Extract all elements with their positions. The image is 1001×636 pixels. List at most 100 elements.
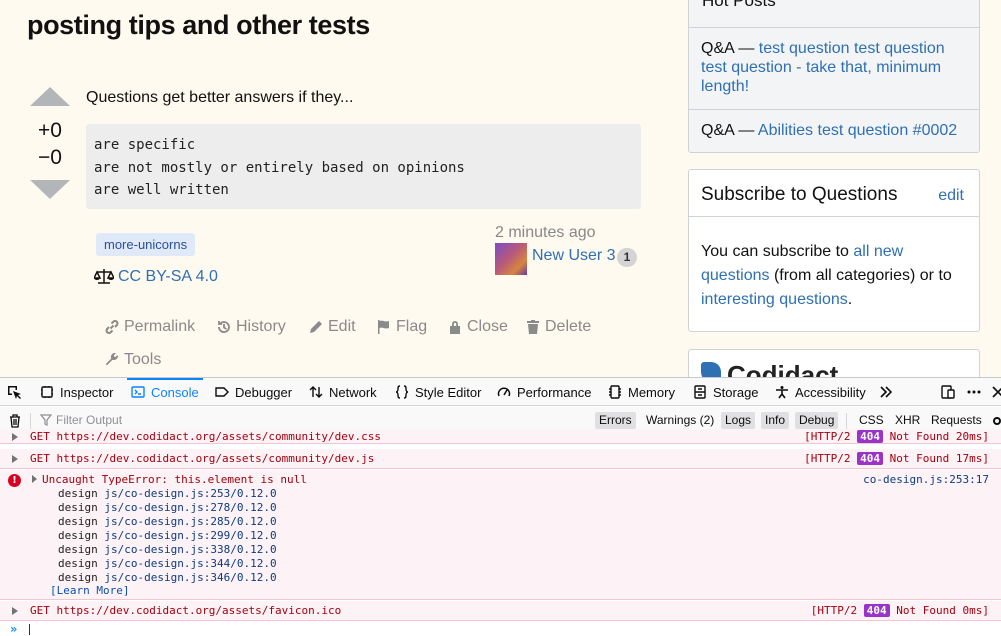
console-row[interactable]: GET https://dev.codidact.org/assets/comm… [0, 429, 1001, 444]
status-suffix: Not Found 20ms] [883, 430, 989, 443]
stack-location: js/co-design.js:253/0.12.0 [104, 487, 277, 500]
expand-twisty-icon[interactable] [12, 455, 18, 463]
expand-twisty-icon[interactable] [32, 475, 37, 483]
subscribe-text-part: You can subscribe to [701, 243, 854, 260]
tab-inspector-label: Inspector [60, 384, 114, 400]
expand-twisty-icon[interactable] [12, 607, 18, 615]
error-source-link[interactable]: co-design.js:253:17 [863, 473, 989, 486]
filter-css-button[interactable]: CSS [855, 412, 888, 429]
tab-style-editor-label: Style Editor [415, 384, 482, 400]
tab-storage[interactable]: Storage [693, 378, 759, 406]
tab-console-label: Console [151, 384, 199, 400]
tab-memory[interactable]: Memory [608, 378, 675, 406]
permalink-button[interactable]: Permalink [104, 318, 195, 336]
stack-location: js/co-design.js:299/0.12.0 [104, 529, 277, 542]
downvote-button[interactable] [30, 180, 70, 199]
edit-button[interactable]: Edit [308, 318, 356, 336]
tab-debugger-label: Debugger [235, 384, 293, 400]
filter-icon [40, 414, 52, 426]
filter-debug-button[interactable]: Debug [795, 412, 839, 429]
trash-icon[interactable] [7, 413, 23, 429]
subscribe-text: You can subscribe to all new questions (… [701, 240, 969, 312]
subscribe-title: Subscribe to Questions [701, 184, 898, 205]
filter-output-input[interactable]: Filter Output [40, 413, 122, 427]
prompt-chevron-icon: » [10, 622, 18, 636]
stack-function: design [58, 529, 98, 542]
tab-style-editor[interactable]: Style Editor [395, 378, 481, 406]
close-devtools-icon[interactable] [990, 384, 1001, 400]
console-error-row[interactable]: ! Uncaught TypeError: this.element is nu… [0, 470, 1001, 600]
stack-frame[interactable]: design js/co-design.js:346/0.12.0 [58, 571, 277, 584]
stack-frame[interactable]: design js/co-design.js:285/0.12.0 [58, 515, 277, 528]
error-icon: ! [8, 474, 21, 487]
style-editor-icon [395, 385, 409, 399]
accessibility-icon [776, 386, 788, 399]
stack-frame[interactable]: design js/co-design.js:299/0.12.0 [58, 529, 277, 542]
request-message: GET https://dev.codidact.org/assets/comm… [30, 452, 375, 465]
author-link[interactable]: New User 3 [532, 247, 616, 265]
upvote-button[interactable] [30, 87, 70, 106]
expand-twisty-icon[interactable] [12, 433, 18, 441]
stack-frame[interactable]: design js/co-design.js:344/0.12.0 [58, 557, 277, 570]
delete-button[interactable]: Delete [525, 318, 591, 336]
filter-requests-button[interactable]: Requests [927, 412, 986, 429]
console-row[interactable]: GET https://dev.codidact.org/assets/comm… [0, 449, 1001, 469]
filter-xhr-button[interactable]: XHR [891, 412, 924, 429]
tab-performance-label: Performance [517, 384, 592, 400]
pick-element-icon[interactable] [6, 384, 22, 400]
stack-location: js/co-design.js:346/0.12.0 [104, 571, 277, 584]
stack-location: js/co-design.js:338/0.12.0 [104, 543, 277, 556]
tab-debugger[interactable]: Debugger [215, 378, 292, 406]
console-row[interactable]: GET https://dev.codidact.org/assets/favi… [0, 601, 1001, 621]
learn-more-link[interactable]: [Learn More] [50, 584, 129, 597]
status-prefix: [HTTP/2 [804, 452, 858, 465]
subscribe-widget: Subscribe to Questions edit You can subs… [688, 169, 980, 332]
reputation-badge: 1 [617, 248, 637, 267]
inspector-icon [41, 386, 53, 398]
error-message: Uncaught TypeError: this.element is null [42, 473, 307, 486]
status-badge: 404 [857, 430, 884, 443]
tab-performance[interactable]: Performance [497, 378, 591, 406]
stack-frame[interactable]: design js/co-design.js:278/0.12.0 [58, 501, 277, 514]
console-input[interactable]: » [0, 622, 1001, 636]
tab-inspector[interactable]: Inspector [40, 378, 113, 406]
settings-icon[interactable] [989, 413, 1001, 429]
filter-errors-button[interactable]: Errors [595, 412, 636, 429]
status-suffix: Not Found 17ms] [883, 452, 989, 465]
close-button[interactable]: Close [447, 318, 508, 336]
flag-button[interactable]: Flag [376, 318, 427, 336]
edit-label: Edit [328, 318, 356, 335]
subscribe-edit-link[interactable]: edit [938, 187, 964, 205]
stack-function: design [58, 487, 98, 500]
more-tools-icon[interactable] [878, 384, 894, 400]
tab-network[interactable]: Network [309, 378, 377, 406]
filter-logs-button[interactable]: Logs [721, 412, 756, 429]
memory-icon [609, 385, 621, 399]
responsive-icon[interactable] [940, 384, 956, 400]
close-label: Close [467, 318, 508, 335]
filter-warnings-button[interactable]: Warnings (2) [642, 412, 718, 429]
stack-frame[interactable]: design js/co-design.js:253/0.12.0 [58, 487, 277, 500]
stack-function: design [58, 515, 98, 528]
hot-post-link[interactable]: Abilities test question #0002 [758, 122, 957, 139]
code-block: are specific are not mostly or entirely … [86, 124, 641, 209]
status-prefix: [HTTP/2 [810, 604, 864, 617]
hot-post-item: Q&A — Abilities test question #0002 [701, 121, 969, 140]
license-link[interactable]: CC BY-SA 4.0 [94, 268, 218, 286]
tab-accessibility[interactable]: Accessibility [775, 378, 866, 406]
post-timestamp: 2 minutes ago [495, 224, 596, 241]
subscribe-text-part: . [847, 291, 853, 308]
interesting-questions-link[interactable]: interesting questions [701, 291, 848, 308]
tab-console[interactable]: Console [127, 378, 203, 406]
stack-frame[interactable]: design js/co-design.js:338/0.12.0 [58, 543, 277, 556]
status-prefix: [HTTP/2 [804, 430, 858, 443]
avatar[interactable] [495, 243, 527, 275]
filter-info-button[interactable]: Info [761, 412, 790, 429]
history-button[interactable]: History [216, 318, 286, 336]
tab-accessibility-label: Accessibility [795, 384, 866, 400]
tools-button[interactable]: Tools [104, 351, 161, 369]
post-tag[interactable]: more-unicorns [96, 233, 196, 256]
menu-icon[interactable] [966, 384, 982, 400]
web-page: posting tips and other tests +0 −0 Quest… [0, 0, 1001, 377]
history-icon [218, 321, 230, 333]
